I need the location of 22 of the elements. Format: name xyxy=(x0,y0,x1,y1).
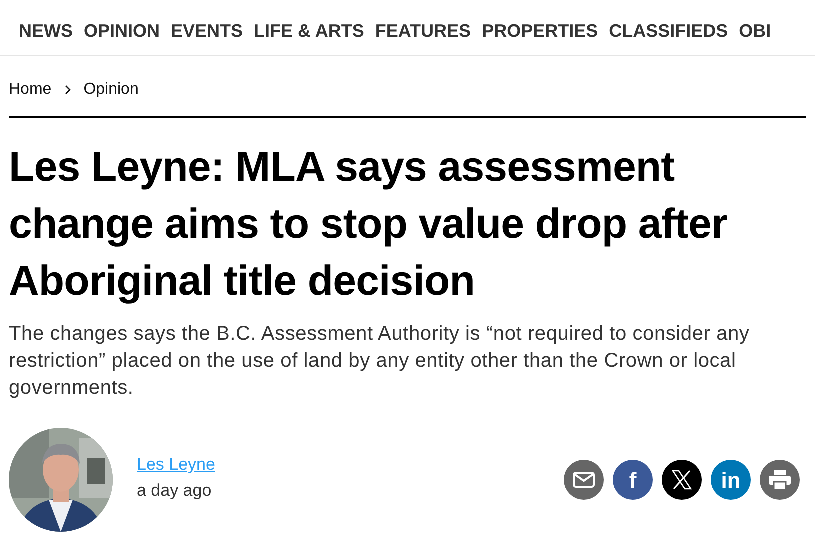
nav-link[interactable]: FEATURES xyxy=(375,18,472,45)
headline: Les Leyne: MLA says assessment change aims to stop value drop after Aboriginal title decision xyxy=(9,142,728,306)
nav-link[interactable]: CLASSIFIEDS xyxy=(609,18,728,45)
printer-icon xyxy=(769,470,791,490)
nav-link[interactable]: LIFE & ARTS xyxy=(254,18,364,45)
breadcrumb-link[interactable]: Home xyxy=(9,78,52,102)
nav-link[interactable]: EVENTS xyxy=(171,18,244,45)
nav-link[interactable]: PROPERTIES xyxy=(482,18,598,45)
article-summary: The changes says the B.C. Assessment Authority is “not required to consider any restriction” placed on the use of land by any entity other than the Crown or local governments. xyxy=(9,322,751,401)
nav-link[interactable]: OBI xyxy=(739,18,772,45)
linkedin-share-button[interactable]: in xyxy=(711,460,751,500)
envelope-icon xyxy=(573,472,595,488)
nav-link[interactable]: OPINION xyxy=(84,18,160,45)
breadcrumb-link[interactable]: Opinion xyxy=(84,78,139,102)
email-share-button[interactable] xyxy=(564,460,604,500)
nav-link[interactable]: NEWS xyxy=(19,18,73,45)
x-icon xyxy=(672,470,692,490)
x-share-button[interactable] xyxy=(662,460,702,500)
print-button[interactable] xyxy=(760,460,800,500)
chevron-icon xyxy=(64,85,72,95)
publish-time: a day ago xyxy=(137,480,213,502)
facebook-share-button[interactable]: f xyxy=(613,460,653,500)
